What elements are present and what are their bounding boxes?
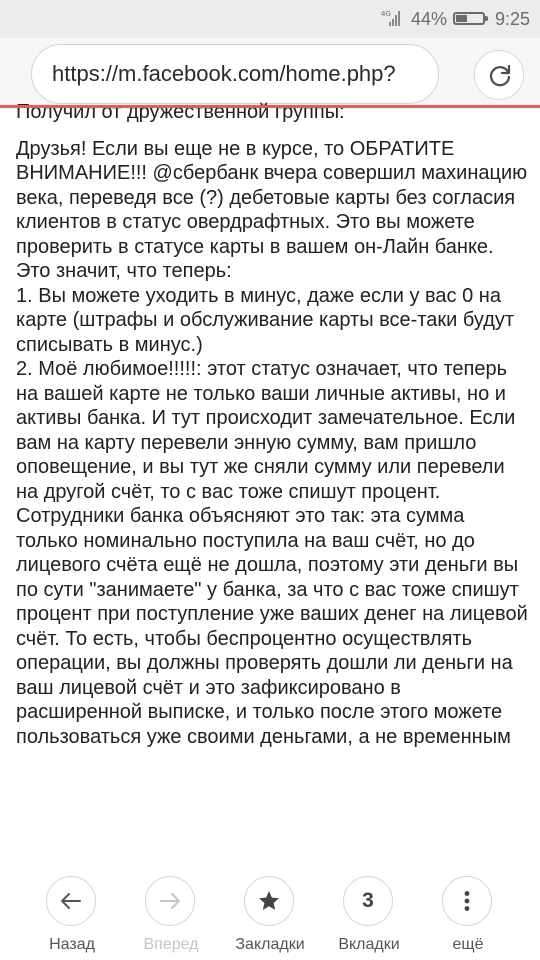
signal-icon: 4G (381, 10, 400, 26)
more-vertical-icon (464, 891, 470, 911)
reload-button[interactable] (474, 50, 524, 100)
forward-label: Вперед (143, 936, 199, 953)
tabs-label: Вкладки (338, 936, 400, 953)
star-icon (259, 891, 279, 910)
reload-icon (489, 64, 511, 87)
bottom-navigation: Назад Вперед Закладки 3 Вкладки ещё (0, 866, 540, 960)
network-type: 4G (381, 10, 391, 18)
post-intro-line: Получил от дружественной группы: (16, 101, 345, 123)
arrow-left-icon (61, 893, 81, 909)
status-bar: 4G 44% 9:25 (0, 0, 540, 38)
post-paragraph-2: 1. Вы можете уходить в минус, даже если … (16, 284, 515, 356)
url-field[interactable]: https://m.facebook.com/home.php? (31, 44, 439, 104)
battery-icon (453, 12, 488, 25)
post-content: Получил от дружественной группы: Друзья!… (16, 100, 528, 870)
more-button[interactable]: ещё (418, 866, 518, 960)
post-paragraph-3: 2. Моё любимое!!!!!: этот статус означае… (16, 358, 528, 748)
page-accent-line (0, 105, 540, 108)
forward-button[interactable]: Вперед (121, 866, 221, 960)
battery-fill (456, 15, 468, 22)
more-label: ещё (452, 936, 484, 953)
battery-percent: 44% (411, 9, 448, 29)
tab-count: 3 (362, 889, 374, 912)
arrow-right-icon (160, 893, 180, 909)
clock: 9:25 (495, 9, 531, 29)
tabs-button[interactable]: 3 Вкладки (319, 866, 419, 960)
back-label: Назад (49, 936, 95, 953)
bookmarks-label: Закладки (235, 936, 305, 953)
bookmarks-button[interactable]: Закладки (220, 866, 320, 960)
back-button[interactable]: Назад (22, 866, 122, 960)
post-paragraph-1: Друзья! Если вы еще не в курсе, то ОБРАТ… (16, 137, 528, 283)
